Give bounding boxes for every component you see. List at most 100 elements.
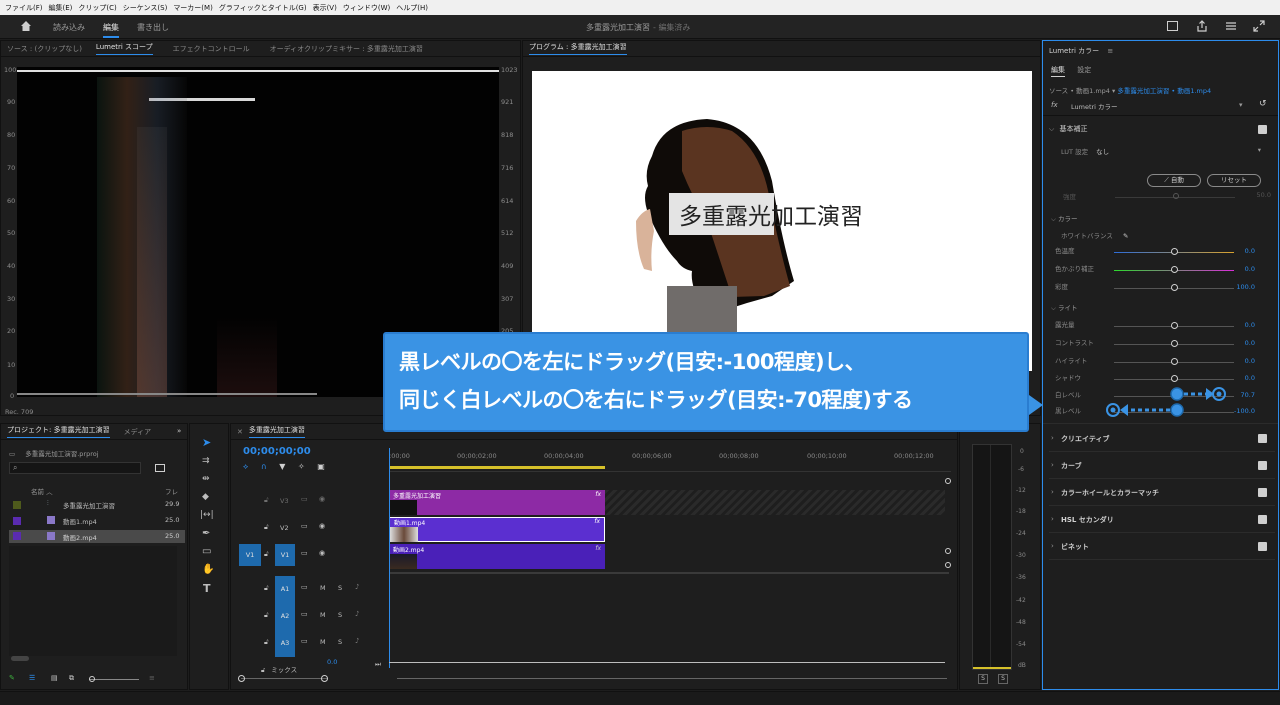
ripple-edit-tool-icon[interactable]: ⇹ bbox=[202, 474, 210, 484]
menu-marker[interactable]: マーカー(M) bbox=[173, 3, 213, 13]
section-color-wheels[interactable]: › カラーホイールとカラーマッチ bbox=[1049, 480, 1275, 506]
track-target-a2[interactable]: A2 bbox=[275, 603, 295, 630]
column-frame-rate[interactable]: フレ bbox=[165, 486, 178, 496]
mix-value[interactable]: 0.0 bbox=[327, 658, 337, 666]
tint-knob[interactable] bbox=[1171, 266, 1178, 273]
tab-effect-controls[interactable]: エフェクトコントロール bbox=[173, 44, 250, 54]
skip-to-end-icon[interactable]: ⏭ bbox=[375, 660, 381, 669]
selection-tool-icon[interactable]: ➤ bbox=[202, 436, 211, 449]
clip-v3[interactable]: 多重露光加工演習 fx bbox=[389, 490, 605, 515]
settings-icon[interactable] bbox=[1225, 21, 1237, 31]
slider-whites-value[interactable]: 70.7 bbox=[1241, 391, 1255, 399]
section-hsl-checkbox[interactable] bbox=[1258, 515, 1267, 524]
tab-export[interactable]: 書き出し bbox=[137, 22, 169, 33]
auto-button[interactable]: ⟋ 自動 bbox=[1147, 174, 1201, 187]
solo-button[interactable]: S bbox=[338, 611, 342, 619]
clip-v1[interactable]: 動画2.mp4 fx bbox=[389, 544, 605, 569]
slider-saturation-value[interactable]: 100.0 bbox=[1236, 283, 1255, 291]
solo-right-button[interactable]: S bbox=[998, 674, 1008, 684]
mute-button[interactable]: M bbox=[320, 638, 326, 646]
zoom-slider[interactable] bbox=[89, 679, 139, 680]
timeline-timecode[interactable]: 00;00;00;00 bbox=[243, 446, 311, 457]
tab-source[interactable]: ソース : (クリップなし) bbox=[7, 44, 82, 54]
more-panels-icon[interactable]: » bbox=[177, 427, 181, 435]
track-target-a3[interactable]: A3 bbox=[275, 630, 295, 657]
exposure-knob[interactable] bbox=[1171, 322, 1178, 329]
timeline-scrollbar-right[interactable] bbox=[945, 478, 951, 608]
project-item[interactable]: ⫶ 多重露光加工演習 29.9 bbox=[9, 499, 185, 512]
tab-project[interactable]: プロジェクト: 多重露光加工演習 bbox=[7, 425, 110, 438]
section-vignette-checkbox[interactable] bbox=[1258, 542, 1267, 551]
slider-tint-value[interactable]: 0.0 bbox=[1245, 265, 1255, 273]
tab-audio-mixer[interactable]: オーディオクリップミキサー : 多重露光加工演習 bbox=[270, 44, 423, 54]
add-marker-icon[interactable]: ▼ bbox=[279, 462, 285, 471]
temperature-knob[interactable] bbox=[1171, 248, 1178, 255]
settings-wrench-icon[interactable]: ✧ bbox=[298, 462, 305, 471]
timeline-ruler[interactable]: ;00;00 00;00;02;00 00;00;04;00 00;00;06;… bbox=[389, 450, 951, 472]
lumetri-tab-edit[interactable]: 編集 bbox=[1051, 66, 1065, 77]
hscroll-handle-right[interactable] bbox=[321, 675, 328, 682]
panel-menu-icon[interactable]: ≡ bbox=[1107, 47, 1113, 55]
clip-v2[interactable]: 動画1.mp4 fx bbox=[389, 517, 605, 542]
share-icon[interactable] bbox=[1196, 20, 1208, 32]
slider-contrast-value[interactable]: 0.0 bbox=[1245, 339, 1255, 347]
scroll-handle-bot[interactable] bbox=[945, 562, 951, 568]
saturation-knob[interactable] bbox=[1171, 284, 1178, 291]
sync-icon[interactable]: ▭ bbox=[301, 610, 308, 618]
light-subsection[interactable]: ⌵ ライト bbox=[1051, 302, 1078, 313]
reset-effect-icon[interactable]: ↺ bbox=[1259, 99, 1267, 109]
menu-clip[interactable]: クリップ(C) bbox=[78, 3, 116, 13]
menu-window[interactable]: ウィンドウ(W) bbox=[343, 3, 390, 13]
lut-dropdown-icon[interactable]: ▾ bbox=[1258, 146, 1261, 154]
project-scrollbar[interactable] bbox=[11, 656, 29, 661]
sync-icon[interactable]: ▭ bbox=[301, 495, 308, 503]
section-creative[interactable]: › クリエイティブ bbox=[1049, 426, 1275, 452]
captions-icon[interactable]: ▣ bbox=[317, 462, 325, 471]
home-icon[interactable] bbox=[20, 20, 32, 32]
section-curves[interactable]: › カーブ bbox=[1049, 453, 1275, 479]
basic-correction-header[interactable]: ⌵ 基本補正 bbox=[1049, 124, 1275, 138]
close-icon[interactable]: ✕ bbox=[237, 428, 243, 436]
work-area-bar[interactable] bbox=[389, 466, 605, 469]
menu-sequence[interactable]: シーケンス(S) bbox=[123, 3, 168, 13]
track-target-v1[interactable]: V1 bbox=[275, 544, 295, 566]
slider-exposure-value[interactable]: 0.0 bbox=[1245, 321, 1255, 329]
linked-selection-icon[interactable]: ∩ bbox=[261, 462, 267, 471]
lumetri-effect-name[interactable]: Lumetri カラー bbox=[1071, 101, 1118, 111]
scroll-handle-top[interactable] bbox=[945, 478, 951, 484]
section-vignette[interactable]: › ビネット bbox=[1049, 534, 1275, 560]
lock-icon[interactable]: 🔓︎ bbox=[264, 523, 269, 532]
list-view-icon[interactable]: ☰ bbox=[29, 674, 35, 682]
lock-icon[interactable]: 🔓︎ bbox=[264, 611, 269, 620]
microphone-icon[interactable]: ♪ bbox=[355, 583, 359, 591]
pen-tool-icon[interactable]: ✒ bbox=[202, 528, 210, 539]
project-search[interactable]: ⌕ bbox=[9, 462, 141, 474]
slider-shadows-value[interactable]: 0.0 bbox=[1245, 374, 1255, 382]
project-item[interactable]: 動画1.mp4 25.0 bbox=[9, 515, 185, 528]
hscroll-handle-left[interactable] bbox=[238, 675, 245, 682]
freeform-view-icon[interactable]: ⧉ bbox=[69, 674, 74, 683]
sync-icon[interactable]: ▭ bbox=[301, 583, 308, 591]
menu-view[interactable]: 表示(V) bbox=[313, 3, 337, 13]
source-patch-v1[interactable]: V1 bbox=[239, 544, 261, 566]
slip-tool-icon[interactable]: |↔| bbox=[200, 510, 214, 520]
lumetri-source-label[interactable]: ソース • 動画1.mp4 bbox=[1049, 87, 1110, 95]
zoom-knob[interactable] bbox=[89, 676, 95, 682]
sort-icon[interactable]: ≡ bbox=[149, 674, 155, 682]
tab-timeline-sequence[interactable]: 多重露光加工演習 bbox=[248, 425, 305, 438]
lumetri-seq-label[interactable]: 多重露光加工演習 • 動画1.mp4 bbox=[1117, 87, 1211, 95]
highlights-knob[interactable] bbox=[1171, 358, 1178, 365]
column-name[interactable]: 名前 bbox=[31, 488, 44, 496]
tab-import[interactable]: 読み込み bbox=[53, 22, 85, 33]
solo-button[interactable]: S bbox=[338, 638, 342, 646]
snap-icon[interactable]: ⟡ bbox=[243, 462, 248, 471]
tab-edit[interactable]: 編集 bbox=[103, 22, 119, 38]
mute-button[interactable]: M bbox=[320, 611, 326, 619]
lock-icon[interactable]: 🔓︎ bbox=[264, 496, 269, 505]
timeline-hscroll-track[interactable] bbox=[397, 678, 947, 679]
section-creative-checkbox[interactable] bbox=[1258, 434, 1267, 443]
solo-button[interactable]: S bbox=[338, 584, 342, 592]
sync-icon[interactable]: ▭ bbox=[301, 549, 308, 557]
menu-help[interactable]: ヘルプ(H) bbox=[396, 3, 428, 13]
reset-button[interactable]: リセット bbox=[1207, 174, 1261, 187]
